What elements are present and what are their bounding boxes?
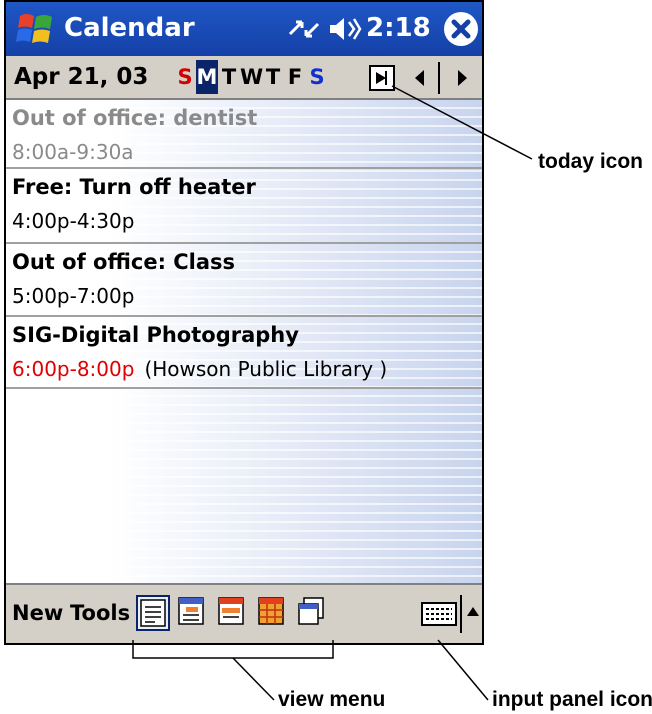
input-panel-icon-callout: input panel icon [492,688,652,711]
callout-lines [132,85,533,701]
view-menu-callout: view menu [278,688,386,711]
today-icon-callout: today icon [538,150,644,173]
